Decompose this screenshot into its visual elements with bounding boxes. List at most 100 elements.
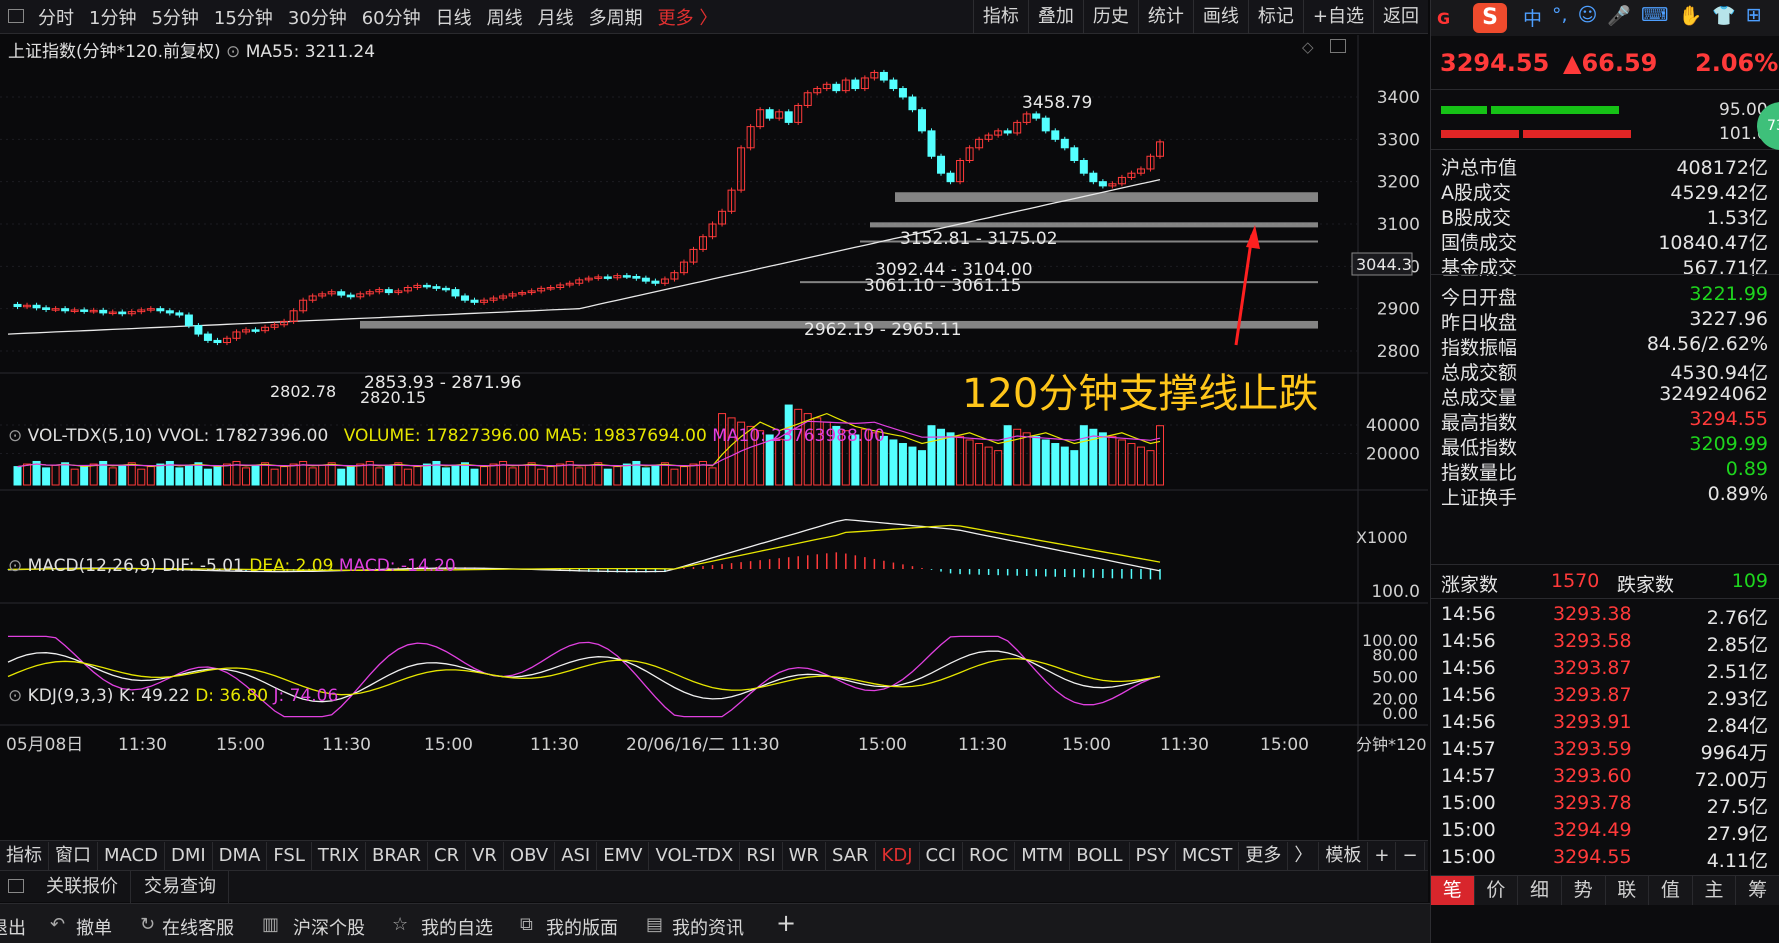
tab-60min[interactable]: 60分钟 — [362, 4, 421, 30]
trade-query-button[interactable]: 交易查询 — [132, 871, 229, 903]
tab-more[interactable]: 更多 〉 — [658, 4, 718, 30]
indicator-tab-2[interactable]: MACD — [98, 841, 165, 870]
indicator-tab-27[interactable]: + — [1368, 841, 1397, 870]
volume-bar — [1060, 446, 1069, 486]
exit-button[interactable]: 退出 — [0, 914, 26, 940]
kdj-y-tick: 0.00 — [1382, 704, 1418, 723]
ime-skin-icon[interactable]: 👕 — [1712, 4, 1736, 31]
ime-keyboard-icon[interactable]: ⌨ — [1641, 4, 1668, 31]
ime-menu-icon[interactable]: ⊞ — [1746, 4, 1762, 31]
settings-icon[interactable]: ⊙ — [226, 42, 246, 62]
separator — [1431, 564, 1779, 565]
indicator-tab-1[interactable]: 窗口 — [49, 841, 98, 870]
indicator-tab-4[interactable]: DMA — [213, 841, 268, 870]
mark-button[interactable]: 标记 — [1247, 0, 1303, 34]
indicator-tab-25[interactable]: 〉 — [1288, 841, 1320, 870]
ime-emoji-icon[interactable]: ☺ — [1578, 4, 1598, 31]
candle-body — [641, 277, 650, 282]
indicator-tab-21[interactable]: BOLL — [1070, 841, 1130, 870]
chart-area[interactable]: 34003300320031003000290028003152.81 - 31… — [0, 35, 1428, 840]
macd-settings-icon[interactable]: ⊙ — [8, 556, 28, 576]
tab-multi-period[interactable]: 多周期 — [589, 4, 643, 30]
draw-line-button[interactable]: 画线 — [1192, 0, 1248, 34]
indicator-tab-18[interactable]: CCI — [920, 841, 963, 870]
menu-icon[interactable] — [8, 9, 24, 23]
indicator-tab-22[interactable]: PSY — [1130, 841, 1176, 870]
indicator-tab-20[interactable]: MTM — [1015, 841, 1071, 870]
quote-tab-4[interactable]: 联 — [1606, 876, 1650, 905]
diamond-icon[interactable]: ◇ — [1302, 38, 1314, 56]
indicator-tab-24[interactable]: 更多 — [1239, 841, 1289, 870]
tab-week[interactable]: 周线 — [487, 4, 523, 30]
indicator-tab-10[interactable]: OBV — [504, 841, 556, 870]
hs-stocks-button[interactable]: 沪深个股 — [293, 914, 365, 940]
back-button[interactable]: 返回 — [1373, 0, 1428, 34]
ime-lang-icon[interactable]: 中 — [1523, 4, 1542, 31]
indicator-tab-16[interactable]: SAR — [826, 841, 876, 870]
my-watchlist-button[interactable]: 我的自选 — [421, 914, 493, 940]
volume-bar — [61, 462, 70, 486]
volume-settings-icon[interactable]: ⊙ — [8, 426, 28, 446]
history-button[interactable]: 历史 — [1082, 0, 1138, 34]
indicator-tab-15[interactable]: WR — [783, 841, 826, 870]
indicator-tab-23[interactable]: MCST — [1176, 841, 1240, 870]
indicator-tab-14[interactable]: RSI — [740, 841, 783, 870]
tab-15min[interactable]: 15分钟 — [214, 4, 273, 30]
candle-body — [194, 325, 203, 335]
tick-price: 3293.59 — [1553, 738, 1632, 760]
tab-month[interactable]: 月线 — [538, 4, 574, 30]
tick-time: 15:00 — [1441, 846, 1496, 868]
quote-tab-0[interactable]: 笔 — [1431, 876, 1475, 905]
indicator-tab-8[interactable]: CR — [428, 841, 467, 870]
indicator-tab-19[interactable]: ROC — [963, 841, 1016, 870]
zone-label: 2962.19 - 2965.11 — [804, 320, 962, 340]
panel-icon[interactable] — [8, 879, 24, 893]
ime-hand-icon[interactable]: ✋ — [1678, 4, 1702, 31]
kdj-y-tick: 80.00 — [1372, 646, 1418, 665]
tab-day[interactable]: 日线 — [436, 4, 472, 30]
statistics-button[interactable]: 统计 — [1137, 0, 1193, 34]
tab-1min[interactable]: 1分钟 — [89, 4, 136, 30]
add-watchlist-button[interactable]: +自选 — [1302, 0, 1373, 34]
ime-punct-icon[interactable]: °, — [1552, 4, 1568, 31]
indicator-tab-9[interactable]: VR — [466, 841, 504, 870]
cancel-order-button[interactable]: 撤单 — [76, 914, 112, 940]
tab-fenshi[interactable]: 分时 — [38, 4, 74, 30]
indicator-tab-7[interactable]: BRAR — [366, 841, 428, 870]
related-quotes-button[interactable]: 关联报价 — [34, 871, 131, 903]
indicator-tab-5[interactable]: FSL — [267, 841, 312, 870]
indicator-tab-12[interactable]: EMV — [597, 841, 650, 870]
ime-voice-icon[interactable]: 🎤 — [1607, 4, 1631, 31]
quote-tab-1[interactable]: 价 — [1475, 876, 1519, 905]
news-icon: ▤ — [646, 914, 664, 935]
tab-30min[interactable]: 30分钟 — [288, 4, 347, 30]
my-news-button[interactable]: 我的资讯 — [672, 914, 744, 940]
volume-bar — [1098, 432, 1107, 486]
indicator-tab-26[interactable]: 模板 — [1319, 841, 1369, 870]
kdj-settings-icon[interactable]: ⊙ — [8, 686, 28, 706]
indicator-tab-11[interactable]: ASI — [555, 841, 598, 870]
panel-toggle-icon[interactable] — [1330, 39, 1346, 53]
macd-name: MACD(12,26,9) — [27, 556, 157, 576]
my-layout-button[interactable]: 我的版面 — [546, 914, 618, 940]
stat-row: 最低指数 3209.99 — [1431, 430, 1779, 459]
stat-row: 指数振幅 84.56/2.62% — [1431, 330, 1779, 359]
online-service-button[interactable]: 在线客服 — [162, 914, 234, 940]
overlay-button[interactable]: 叠加 — [1027, 0, 1083, 34]
indicator-button[interactable]: 指标 — [972, 0, 1028, 34]
indicator-tab-3[interactable]: DMI — [165, 841, 213, 870]
indicator-tab-13[interactable]: VOL-TDX — [649, 841, 741, 870]
quote-tab-5[interactable]: 值 — [1649, 876, 1693, 905]
indicator-tab-17[interactable]: KDJ — [876, 841, 920, 870]
add-icon[interactable]: + — [776, 909, 796, 937]
quote-tab-3[interactable]: 势 — [1562, 876, 1606, 905]
quote-tab-2[interactable]: 细 — [1518, 876, 1562, 905]
indicator-tab-28[interactable]: − — [1396, 841, 1425, 870]
tab-5min[interactable]: 5分钟 — [151, 4, 198, 30]
indicator-tab-6[interactable]: TRIX — [312, 841, 367, 870]
quote-tab-6[interactable]: 主 — [1693, 876, 1737, 905]
indicator-tab-0[interactable]: 指标 — [0, 841, 49, 870]
quote-tab-7[interactable]: 筹 — [1736, 876, 1779, 905]
sogou-ime-icon[interactable]: S — [1473, 3, 1507, 33]
x-axis-label: 15:00 — [1062, 735, 1111, 755]
